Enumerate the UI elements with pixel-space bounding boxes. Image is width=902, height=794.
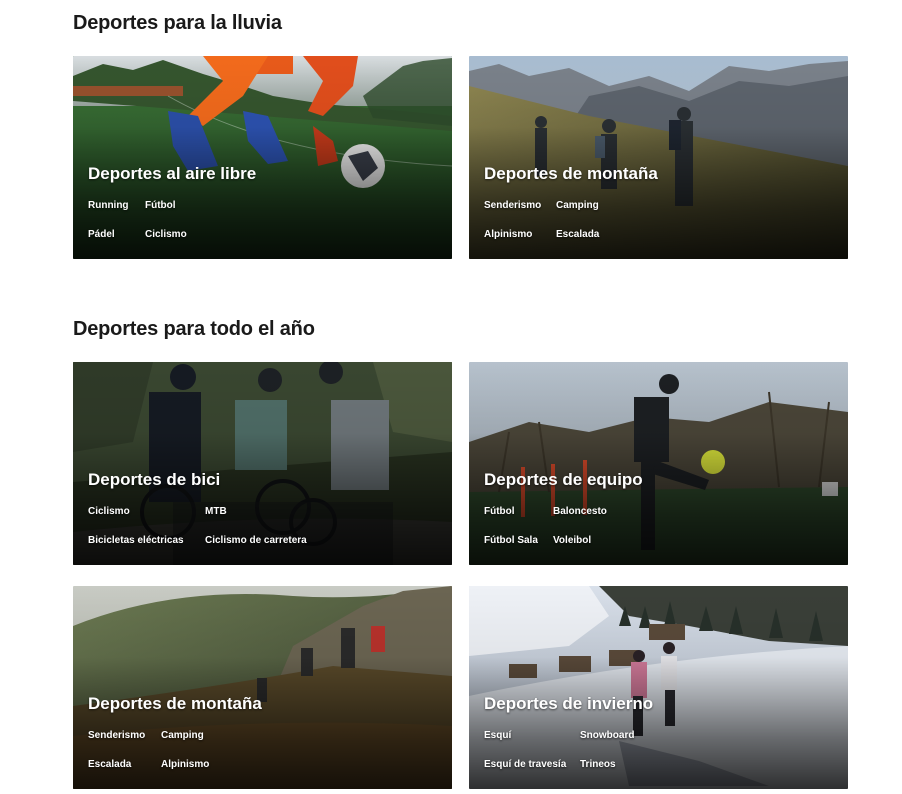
card-title: Deportes de montaña: [484, 164, 658, 183]
tag-climbing[interactable]: Escalada: [88, 759, 131, 770]
card-title: Deportes de montaña: [88, 694, 262, 713]
card-title: Deportes de bici: [88, 470, 221, 489]
section-title-rain: Deportes para la lluvia: [73, 12, 282, 34]
tag-hiking[interactable]: Senderismo: [88, 730, 145, 741]
tag-mountaineering[interactable]: Alpinismo: [484, 229, 532, 240]
tag-camping[interactable]: Camping: [161, 730, 204, 741]
card-mountain-sports-2[interactable]: Deportes de montaña Senderismo Camping E…: [73, 586, 452, 789]
card-title: Deportes al aire libre: [88, 164, 257, 183]
tag-futsal[interactable]: Fútbol Sala: [484, 535, 538, 546]
card-bike-sports[interactable]: Deportes de bici Ciclismo MTB Bicicletas…: [73, 362, 452, 565]
tag-football[interactable]: Fútbol: [484, 506, 515, 517]
tag-hiking[interactable]: Senderismo: [484, 200, 541, 211]
tag-cycling[interactable]: Ciclismo: [88, 506, 130, 517]
tag-cycling[interactable]: Ciclismo: [145, 229, 187, 240]
tag-ski-touring[interactable]: Esquí de travesía: [484, 759, 566, 770]
tag-skiing[interactable]: Esquí: [484, 730, 511, 741]
tag-snowboard[interactable]: Snowboard: [580, 730, 634, 741]
tag-mtb[interactable]: MTB: [205, 506, 227, 517]
card-title: Deportes de invierno: [484, 694, 654, 713]
tag-mountaineering[interactable]: Alpinismo: [161, 759, 209, 770]
card-mountain-sports[interactable]: Deportes de montaña Senderismo Camping A…: [469, 56, 848, 259]
card-outdoor-sports[interactable]: Deportes al aire libre Running Fútbol Pá…: [73, 56, 452, 259]
tag-camping[interactable]: Camping: [556, 200, 599, 211]
section-title-all-year: Deportes para todo el año: [73, 318, 315, 340]
card-team-sports[interactable]: Deportes de equipo Fútbol Baloncesto Fút…: [469, 362, 848, 565]
card-title: Deportes de equipo: [484, 470, 643, 489]
tag-sleds[interactable]: Trineos: [580, 759, 616, 770]
tag-road-cycling[interactable]: Ciclismo de carretera: [205, 535, 307, 546]
tag-running[interactable]: Running: [88, 200, 129, 211]
tag-climbing[interactable]: Escalada: [556, 229, 599, 240]
card-winter-sports[interactable]: Deportes de invierno Esquí Snowboard Esq…: [469, 586, 848, 789]
tag-e-bikes[interactable]: Bicicletas eléctricas: [88, 535, 184, 546]
tag-padel[interactable]: Pádel: [88, 229, 115, 240]
tag-volleyball[interactable]: Voleibol: [553, 535, 591, 546]
tag-football[interactable]: Fútbol: [145, 200, 176, 211]
tag-basketball[interactable]: Baloncesto: [553, 506, 607, 517]
